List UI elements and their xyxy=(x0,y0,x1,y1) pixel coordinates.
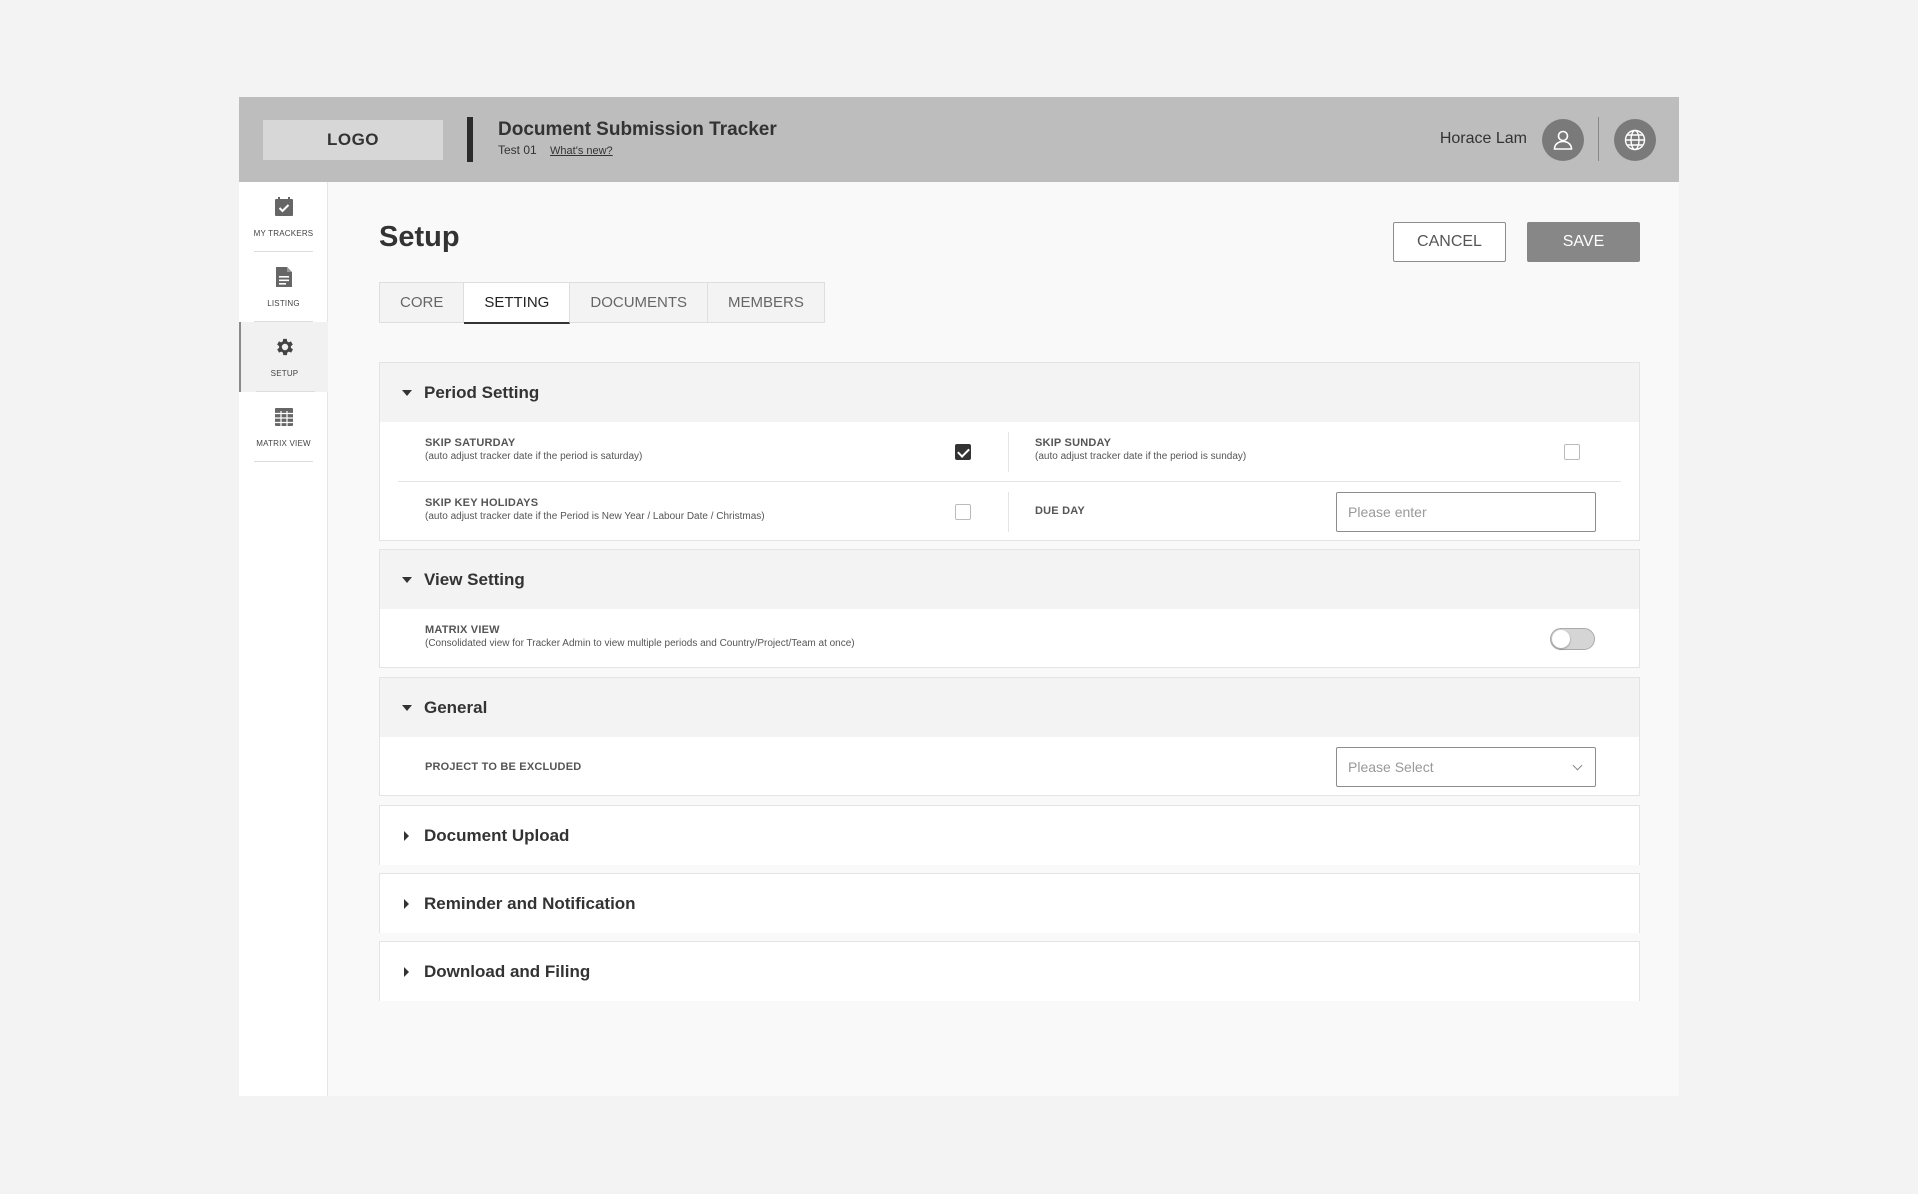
section-title: Reminder and Notification xyxy=(424,893,636,913)
due-day-label-group: DUE DAY xyxy=(1035,505,1085,517)
page-title: Setup xyxy=(379,221,460,253)
section-header-general[interactable]: General xyxy=(380,678,1639,737)
matrix-view-desc: (Consolidated view for Tracker Admin to … xyxy=(425,638,855,649)
skip-saturday-checkbox[interactable] xyxy=(955,444,971,460)
sidebar-item-label: LISTING xyxy=(267,299,300,308)
column-divider xyxy=(1008,492,1009,532)
cancel-button[interactable]: CANCEL xyxy=(1393,222,1506,262)
section-header-download-filing[interactable]: Download and Filing xyxy=(380,942,1639,1001)
section-title: View Setting xyxy=(424,569,525,589)
sidebar-item-my-trackers[interactable]: MY TRACKERS xyxy=(239,182,328,252)
sidebar-item-label: MATRIX VIEW xyxy=(256,439,311,448)
due-day-label: DUE DAY xyxy=(1035,505,1085,517)
sidebar-item-setup[interactable]: SETUP xyxy=(239,322,328,392)
section-download-filing: Download and Filing xyxy=(379,941,1640,1001)
section-title: Period Setting xyxy=(424,382,540,402)
matrix-view-label: MATRIX VIEW xyxy=(425,624,500,636)
tracker-name: Test 01 xyxy=(498,143,537,157)
project-excluded-label-group: PROJECT TO BE EXCLUDED xyxy=(425,761,581,773)
grid-icon xyxy=(273,406,295,433)
skip-holidays-label: SKIP KEY HOLIDAYS xyxy=(425,497,539,509)
document-icon xyxy=(274,266,294,293)
tab-bar: CORE SETTING DOCUMENTS MEMBERS xyxy=(379,282,825,324)
caret-right-icon xyxy=(404,830,409,841)
tab-core[interactable]: CORE xyxy=(380,283,465,322)
skip-holidays-label-group: SKIP KEY HOLIDAYS (auto adjust tracker d… xyxy=(425,497,765,522)
settings-row: PROJECT TO BE EXCLUDED Please Select xyxy=(380,737,1639,797)
sidebar-item-label: SETUP xyxy=(270,369,299,378)
settings-row: MATRIX VIEW (Consolidated view for Track… xyxy=(380,609,1639,669)
section-header-period-setting[interactable]: Period Setting xyxy=(380,363,1639,422)
user-name: Horace Lam xyxy=(1439,130,1527,147)
caret-down-icon xyxy=(402,389,412,396)
app-header: LOGO Document Submission Tracker Test 01… xyxy=(239,97,1679,182)
calendar-check-icon xyxy=(273,196,295,223)
chevron-down-icon xyxy=(1572,760,1583,771)
sidebar-separator xyxy=(254,461,313,462)
skip-holidays-desc: (auto adjust tracker date if the Period … xyxy=(425,511,765,522)
section-document-upload: Document Upload xyxy=(379,805,1640,865)
app-subtitle-row: Test 01 What's new? xyxy=(498,143,613,157)
skip-sunday-desc: (auto adjust tracker date if the period … xyxy=(1035,451,1247,462)
caret-down-icon xyxy=(402,576,412,583)
matrix-view-label-group: MATRIX VIEW (Consolidated view for Track… xyxy=(425,624,855,649)
section-reminder-notification: Reminder and Notification xyxy=(379,873,1640,933)
section-title: General xyxy=(424,697,488,717)
project-excluded-label: PROJECT TO BE EXCLUDED xyxy=(425,761,582,773)
app-title: Document Submission Tracker xyxy=(498,119,777,140)
skip-holidays-checkbox[interactable] xyxy=(955,504,971,520)
globe-icon[interactable] xyxy=(1614,119,1656,161)
tab-documents[interactable]: DOCUMENTS xyxy=(570,283,709,322)
settings-row: SKIP KEY HOLIDAYS (auto adjust tracker d… xyxy=(380,482,1639,542)
skip-saturday-desc: (auto adjust tracker date if the period … xyxy=(425,451,643,462)
tab-members[interactable]: MEMBERS xyxy=(708,283,824,322)
sidebar-item-label: MY TRACKERS xyxy=(253,229,314,238)
select-placeholder: Please Select xyxy=(1348,759,1434,775)
caret-down-icon xyxy=(402,704,412,711)
sidebar-item-matrix-view[interactable]: MATRIX VIEW xyxy=(239,392,328,462)
header-separator xyxy=(1598,117,1599,161)
caret-right-icon xyxy=(404,966,409,977)
section-header-view-setting[interactable]: View Setting xyxy=(380,550,1639,609)
header-divider-bar xyxy=(467,117,473,162)
skip-saturday-label: SKIP SATURDAY xyxy=(425,437,516,449)
section-header-reminder-notification[interactable]: Reminder and Notification xyxy=(380,874,1639,933)
sidebar: MY TRACKERS LISTING SETUP MATRIX VIEW xyxy=(239,182,328,1096)
tab-setting[interactable]: SETTING xyxy=(464,283,571,324)
skip-sunday-label-group: SKIP SUNDAY (auto adjust tracker date if… xyxy=(1035,437,1246,462)
project-excluded-select[interactable]: Please Select xyxy=(1336,747,1596,787)
logo[interactable]: LOGO xyxy=(263,120,443,160)
due-day-input[interactable]: Please enter xyxy=(1336,492,1596,532)
skip-saturday-label-group: SKIP SATURDAY (auto adjust tracker date … xyxy=(425,437,642,462)
toggle-knob xyxy=(1552,630,1570,648)
skip-sunday-label: SKIP SUNDAY xyxy=(1035,437,1112,449)
sidebar-item-listing[interactable]: LISTING xyxy=(239,252,328,322)
section-header-document-upload[interactable]: Document Upload xyxy=(380,806,1639,865)
gear-icon xyxy=(274,336,296,363)
section-general: General PROJECT TO BE EXCLUDED Please Se… xyxy=(379,677,1640,796)
settings-row: SKIP SATURDAY (auto adjust tracker date … xyxy=(380,422,1639,482)
section-title: Download and Filing xyxy=(424,961,591,981)
app-frame: LOGO Document Submission Tracker Test 01… xyxy=(239,97,1679,1096)
caret-right-icon xyxy=(404,898,409,909)
column-divider xyxy=(1008,432,1009,472)
whats-new-link[interactable]: What's new? xyxy=(550,145,613,157)
user-avatar-icon[interactable] xyxy=(1542,119,1584,161)
section-period-setting: Period Setting SKIP SATURDAY (auto adjus… xyxy=(379,362,1640,541)
matrix-view-toggle[interactable] xyxy=(1550,628,1595,650)
save-button[interactable]: SAVE xyxy=(1527,222,1640,262)
skip-sunday-checkbox[interactable] xyxy=(1564,444,1580,460)
section-view-setting: View Setting MATRIX VIEW (Consolidated v… xyxy=(379,549,1640,668)
section-title: Document Upload xyxy=(424,825,570,845)
